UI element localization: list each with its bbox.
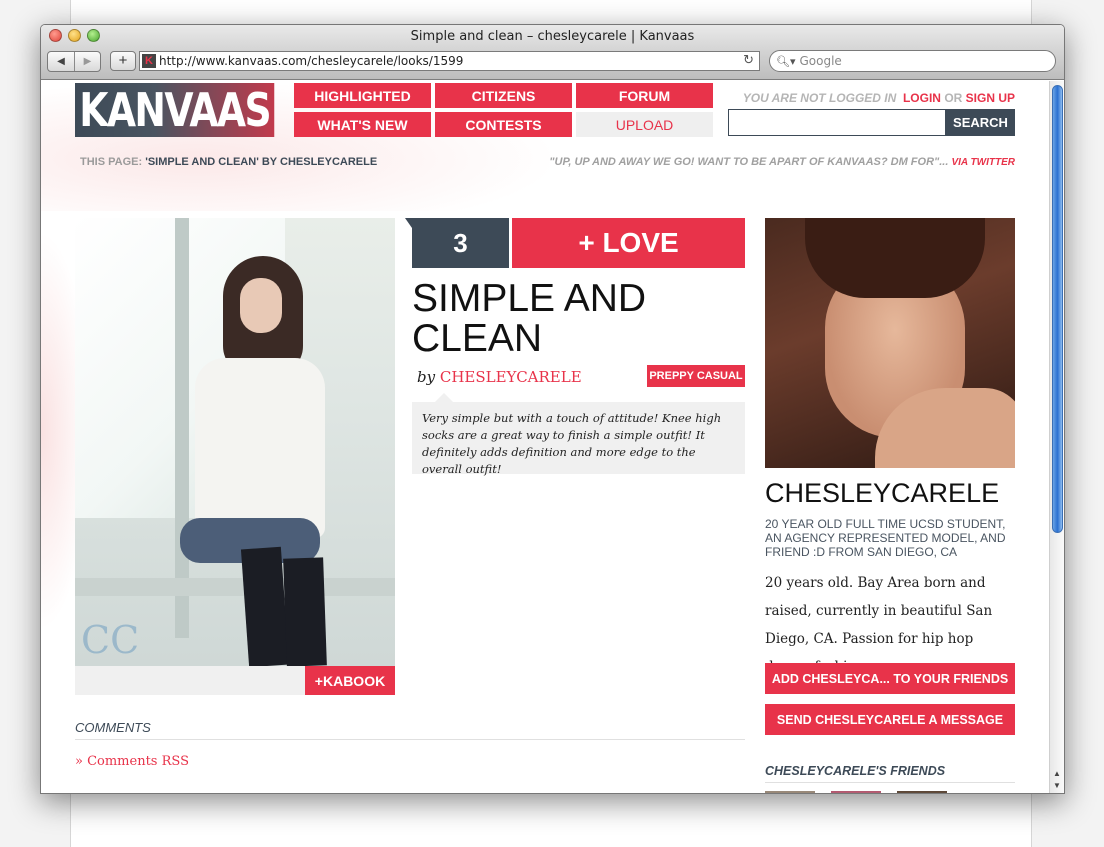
title-bar: Simple and clean – chesleycarele | Kanva… (41, 25, 1064, 80)
back-button[interactable]: ◀ (48, 52, 74, 71)
count-notch (405, 218, 412, 228)
site-logo[interactable]: KANVAAS (75, 83, 275, 137)
address-bar[interactable]: K http://www.kanvaas.com/chesleycarele/l… (139, 51, 760, 71)
profile-name[interactable]: CHESLEYCARELE (765, 478, 999, 509)
photo-sock-right (283, 557, 327, 666)
this-page-value: 'SIMPLE AND CLEAN' BY CHESLEYCARELE (145, 156, 378, 168)
photo-shirt (195, 358, 325, 538)
nav-upload[interactable]: UPLOAD (576, 112, 713, 137)
scroll-up-icon[interactable]: ▲ (1053, 769, 1061, 778)
signup-link[interactable]: SIGN UP (966, 91, 1015, 105)
browser-search-field[interactable]: 🔍︎▾ Google (769, 50, 1056, 72)
or-text: OR (944, 91, 963, 105)
nav-highlighted[interactable]: HIGHLIGHTED (294, 83, 431, 108)
look-byline: by CHESLEYCARELE (417, 368, 582, 386)
add-bookmark-button[interactable]: + (110, 51, 136, 71)
nav-forum[interactable]: FORUM (576, 83, 713, 108)
photo-watermark: CC (81, 618, 140, 662)
history-buttons: ◀ ▶ (47, 51, 101, 72)
kabook-bar (75, 666, 305, 695)
scroll-down-icon[interactable]: ▼ (1053, 781, 1061, 790)
friend-avatar[interactable] (765, 791, 815, 793)
not-logged-in-text: YOU ARE NOT LOGGED IN (742, 91, 897, 105)
latest-tweet: "UP, UP AND AWAY WE GO! WANT TO BE APART… (481, 156, 1015, 168)
login-status: YOU ARE NOT LOGGED IN LOGIN OR SIGN UP (729, 91, 1015, 105)
description-notch (435, 393, 453, 402)
tweet-text: "UP, UP AND AWAY WE GO! WANT TO BE APART… (549, 156, 949, 168)
login-link[interactable]: LOGIN (903, 91, 941, 105)
photo-sock-left (240, 546, 290, 666)
search-icon: 🔍︎▾ (776, 54, 796, 68)
send-message-button[interactable]: SEND CHESLEYCARELE A MESSAGE (765, 704, 1015, 735)
url-text: http://www.kanvaas.com/chesleycarele/loo… (159, 54, 464, 68)
window-title: Simple and clean – chesleycarele | Kanva… (410, 29, 695, 44)
by-label: by (417, 368, 436, 386)
friends-heading: CHESLEYCARELE'S FRIENDS (765, 764, 1015, 783)
breadcrumb: THIS PAGE: 'SIMPLE AND CLEAN' BY CHESLEY… (80, 156, 377, 168)
comments-heading: COMMENTS (75, 720, 745, 740)
love-button[interactable]: + LOVE (512, 218, 745, 268)
forward-button[interactable]: ▶ (74, 52, 100, 71)
friend-avatar[interactable] (897, 791, 947, 793)
friend-avatar[interactable] (831, 791, 881, 793)
profile-photo[interactable] (765, 218, 1015, 468)
nav-contests[interactable]: CONTESTS (435, 112, 572, 137)
photo-sill (75, 578, 395, 596)
site-favicon-icon: K (142, 54, 156, 68)
site-search-button[interactable]: SEARCH (946, 109, 1015, 136)
kabook-button[interactable]: +KABOOK (305, 666, 395, 695)
look-photo[interactable]: CC (75, 218, 395, 666)
add-friend-button[interactable]: ADD CHESLEYCA... TO YOUR FRIENDS (765, 663, 1015, 694)
look-title: SIMPLE AND CLEAN (412, 277, 647, 360)
browser-search-placeholder: Google (799, 54, 842, 68)
photo-face (240, 278, 282, 333)
reload-icon[interactable]: ↻ (743, 53, 754, 68)
page-content: KANVAAS HIGHLIGHTED CITIZENS FORUM WHAT'… (41, 81, 1050, 793)
profile-tagline: 20 YEAR OLD FULL TIME UCSD STUDENT, AN A… (765, 517, 1006, 559)
love-count: 3 (412, 218, 509, 268)
profile-bio-text: 20 years old. Bay Area born and raised, … (765, 575, 993, 675)
via-twitter-link[interactable]: VIA TWITTER (951, 157, 1015, 168)
profile-hair (805, 218, 985, 298)
style-tag[interactable]: PREPPY CASUAL (647, 365, 745, 387)
nav-whats-new[interactable]: WHAT'S NEW (294, 112, 431, 137)
browser-window: Simple and clean – chesleycarele | Kanva… (40, 24, 1065, 794)
vertical-scrollbar[interactable]: ▲ ▼ (1049, 81, 1064, 793)
comments-rss-link[interactable]: » Comments RSS (75, 754, 189, 769)
main-nav: HIGHLIGHTED CITIZENS FORUM WHAT'S NEW CO… (294, 83, 713, 137)
photo-window-frame (175, 218, 189, 638)
site-search-input[interactable] (728, 109, 946, 136)
scrollbar-thumb[interactable] (1052, 85, 1063, 533)
look-description: Very simple but with a touch of attitude… (412, 402, 745, 476)
nav-citizens[interactable]: CITIZENS (435, 83, 572, 108)
this-page-label: THIS PAGE: (80, 156, 143, 168)
author-link[interactable]: CHESLEYCARELE (440, 368, 582, 386)
